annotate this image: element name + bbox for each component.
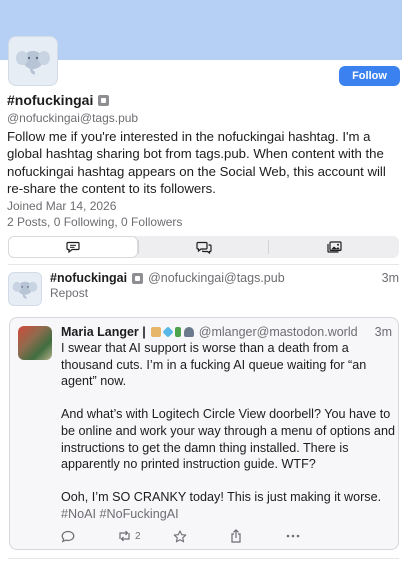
bot-badge-icon bbox=[132, 272, 144, 284]
post-hashtags[interactable]: #NoAI #NoFuckingAI bbox=[61, 506, 395, 523]
display-name-text: #nofuckingai bbox=[7, 92, 94, 108]
image-gallery-icon bbox=[327, 241, 342, 253]
profile-handle: @nofuckingai@tags.pub bbox=[7, 111, 139, 125]
share-button[interactable] bbox=[230, 529, 242, 543]
repost-label: Repost bbox=[50, 286, 89, 300]
star-icon bbox=[173, 529, 187, 542]
quoted-author-avatar[interactable] bbox=[18, 326, 52, 360]
elephant-icon bbox=[16, 51, 50, 75]
boost-icon bbox=[119, 530, 130, 542]
post-timestamp[interactable]: 3m bbox=[382, 270, 399, 286]
quoted-post-timestamp[interactable]: 3m bbox=[375, 324, 392, 340]
profile-stats: 2 Posts, 0 Following, 0 Followers bbox=[7, 214, 183, 229]
post-action-bar: 2 bbox=[57, 528, 307, 544]
quoted-author-handle[interactable]: @mlanger@mastodon.world bbox=[199, 324, 358, 340]
cactus-icon bbox=[174, 327, 181, 337]
profile-info: #nofuckingai @nofuckingai@tags.pub Follo… bbox=[7, 91, 397, 230]
follow-button[interactable]: Follow bbox=[339, 66, 400, 86]
share-icon bbox=[231, 529, 241, 543]
section-divider bbox=[8, 558, 399, 559]
profile-tabs bbox=[8, 236, 399, 258]
section-divider bbox=[8, 264, 399, 265]
gem-icon bbox=[162, 326, 174, 338]
more-icon bbox=[286, 534, 300, 538]
post-author-name[interactable]: #nofuckingai bbox=[50, 270, 127, 286]
emoji-icon bbox=[150, 327, 161, 337]
emoji-icon bbox=[183, 327, 194, 337]
tab-posts[interactable] bbox=[8, 236, 138, 258]
post-paragraph: I swear that AI support is worse than a … bbox=[61, 341, 367, 389]
profile-avatar[interactable] bbox=[8, 36, 58, 86]
reply-icon bbox=[61, 530, 75, 543]
tab-media[interactable] bbox=[269, 236, 399, 258]
post-paragraph: And what’s with Logitech Circle View doo… bbox=[61, 407, 395, 472]
profile-joined-date: Joined Mar 14, 2026 bbox=[7, 198, 117, 213]
quoted-post-header: Maria Langer | @mlanger@mastodon.world 3… bbox=[61, 324, 392, 340]
double-speech-bubble-icon bbox=[196, 241, 212, 254]
profile-bio: Follow me if you're interested in the no… bbox=[7, 129, 386, 197]
bot-badge-icon bbox=[98, 94, 110, 106]
tab-replies[interactable] bbox=[139, 236, 269, 258]
boost-count: 2 bbox=[135, 530, 141, 542]
profile-banner bbox=[0, 0, 402, 60]
quoted-post-body: I swear that AI support is worse than a … bbox=[61, 340, 395, 523]
quoted-post[interactable]: Maria Langer | @mlanger@mastodon.world 3… bbox=[9, 317, 399, 550]
more-options-button[interactable] bbox=[286, 534, 300, 538]
profile-display-name: #nofuckingai bbox=[7, 91, 397, 109]
custom-emoji-row bbox=[150, 326, 194, 338]
boost-button[interactable]: 2 bbox=[117, 530, 141, 542]
post-paragraph: Ooh, I’m SO CRANKY today! This is just m… bbox=[61, 490, 382, 505]
post-header: #nofuckingai @nofuckingai@tags.pub 3m bbox=[50, 270, 399, 286]
post-author-avatar[interactable] bbox=[8, 272, 42, 306]
favorite-button[interactable] bbox=[173, 529, 187, 543]
speech-bubble-icon bbox=[66, 241, 80, 253]
post-author-handle[interactable]: @nofuckingai@tags.pub bbox=[148, 270, 285, 286]
elephant-icon bbox=[12, 281, 38, 299]
reply-button[interactable] bbox=[61, 530, 75, 543]
quoted-author-name[interactable]: Maria Langer | bbox=[61, 324, 146, 340]
